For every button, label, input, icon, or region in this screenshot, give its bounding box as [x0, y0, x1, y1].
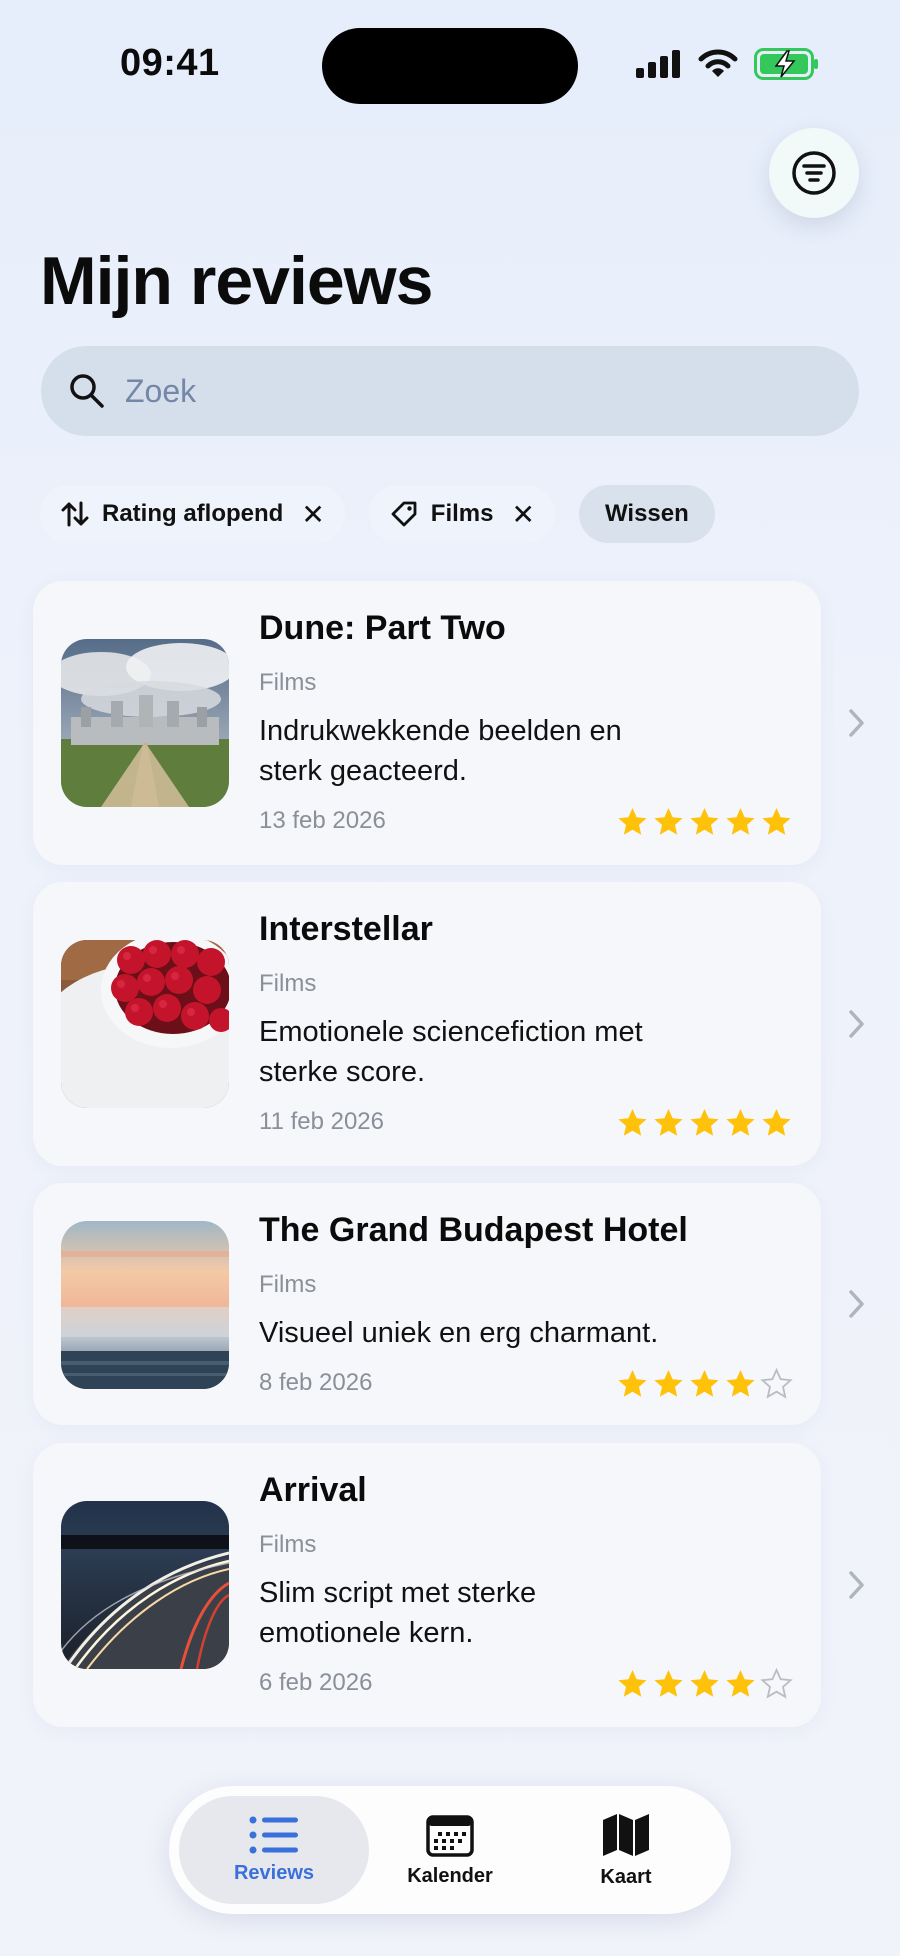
review-date: 11 feb 2026	[259, 1108, 385, 1135]
dynamic-island	[322, 28, 578, 104]
cellular-signal-icon	[636, 50, 680, 78]
chip-label: Wissen	[604, 500, 689, 527]
star-empty-icon	[760, 1367, 793, 1399]
filter-icon	[792, 151, 836, 195]
search-input[interactable]	[123, 371, 807, 411]
chip-category-films[interactable]: Films ✕	[368, 485, 555, 543]
star-filled-icon	[762, 1109, 791, 1136]
filter-chips: Rating aflopend ✕ Films ✕ Wissen	[40, 485, 715, 543]
remove-chip-icon[interactable]: ✕	[511, 498, 534, 531]
star-filled-icon	[762, 808, 791, 835]
review-card[interactable]: Arrival Films Slim script met sterke emo…	[33, 1443, 821, 1727]
review-thumbnail	[61, 1221, 229, 1389]
review-category: Films	[259, 669, 317, 696]
review-description-line: sterke score.	[259, 1056, 425, 1088]
chip-sort-rating[interactable]: Rating aflopend ✕	[40, 485, 345, 543]
tab-reviews[interactable]: Reviews	[179, 1796, 369, 1904]
wifi-icon	[698, 49, 738, 77]
clear-filters-button[interactable]: Wissen	[578, 485, 715, 543]
star-rating	[616, 1106, 793, 1139]
star-filled-icon	[726, 808, 755, 835]
review-description: Visueel uniek en erg charmant.	[259, 1313, 729, 1353]
review-title: Dune: Part Two	[259, 609, 506, 647]
page-title: Mijn reviews	[40, 243, 433, 319]
sort-arrows-icon	[61, 501, 89, 527]
star-rating	[616, 1367, 793, 1400]
star-filled-icon	[726, 1109, 755, 1136]
star-rating	[616, 1667, 793, 1700]
star-filled-icon	[654, 808, 683, 835]
chip-label: Films	[430, 500, 494, 527]
tab-label: Kaart	[600, 1865, 652, 1888]
review-description: Indrukwekkende beelden en sterk geacteer…	[259, 711, 729, 791]
castle-photo	[61, 639, 229, 807]
star-filled-icon	[690, 1109, 719, 1136]
tab-bar: Reviews Kalender Kaart	[169, 1786, 731, 1914]
review-description-line: emotionele kern.	[259, 1617, 474, 1649]
status-bar: 09:41	[0, 0, 900, 120]
review-date: 6 feb 2026	[259, 1669, 373, 1696]
review-card[interactable]: The Grand Budapest Hotel Films Visueel u…	[33, 1183, 821, 1425]
star-filled-icon	[618, 1370, 647, 1397]
calendar-icon	[426, 1814, 474, 1857]
search-bar[interactable]	[41, 346, 859, 436]
star-filled-icon	[726, 1370, 755, 1397]
review-category: Films	[259, 1271, 317, 1298]
status-time: 09:41	[120, 42, 220, 84]
chip-label: Rating aflopend	[102, 500, 284, 527]
star-filled-icon	[690, 808, 719, 835]
star-filled-icon	[690, 1670, 719, 1697]
star-filled-icon	[618, 1109, 647, 1136]
review-thumbnail	[61, 639, 229, 807]
foggy-sea-sunset-photo	[61, 1221, 229, 1389]
filter-button[interactable]	[769, 128, 859, 218]
tab-label: Reviews	[233, 1861, 315, 1884]
star-filled-icon	[654, 1109, 683, 1136]
chevron-right-icon[interactable]	[848, 1570, 866, 1600]
map-icon	[603, 1813, 649, 1856]
review-category: Films	[259, 1531, 317, 1558]
highway-light-trails-photo	[61, 1501, 229, 1669]
tab-kalender[interactable]: Kalender	[355, 1796, 545, 1904]
battery-charging-icon	[754, 48, 818, 80]
review-card[interactable]: Dune: Part Two Films Indrukwekkende beel…	[33, 581, 821, 865]
star-filled-icon	[654, 1370, 683, 1397]
star-filled-icon	[618, 1670, 647, 1697]
review-date: 13 feb 2026	[259, 807, 386, 834]
review-thumbnail	[61, 1501, 229, 1669]
star-filled-icon	[690, 1370, 719, 1397]
star-filled-icon	[654, 1670, 683, 1697]
review-description-line: Indrukwekkende beelden en	[259, 715, 622, 747]
tab-label: Kalender	[407, 1864, 493, 1887]
review-description-line: sterk geacteerd.	[259, 755, 467, 787]
star-rating	[616, 805, 793, 838]
star-empty-icon	[760, 1667, 793, 1699]
review-title: Arrival	[259, 1471, 367, 1509]
review-thumbnail	[61, 940, 229, 1108]
review-description-line: Slim script met sterke	[259, 1577, 537, 1609]
list-icon	[249, 1816, 298, 1853]
review-title: Interstellar	[259, 910, 433, 948]
tag-icon	[391, 501, 417, 527]
review-date: 8 feb 2026	[259, 1369, 373, 1396]
search-icon	[70, 374, 104, 408]
star-filled-icon	[726, 1670, 755, 1697]
tab-kaart[interactable]: Kaart	[531, 1796, 721, 1904]
review-description-line: Emotionele sciencefiction met	[259, 1016, 643, 1048]
review-category: Films	[259, 970, 317, 997]
review-description: Emotionele sciencefiction met sterke sco…	[259, 1012, 729, 1092]
raspberries-photo	[61, 940, 229, 1108]
status-icons	[636, 48, 820, 80]
review-description: Slim script met sterke emotionele kern.	[259, 1573, 729, 1653]
chevron-right-icon[interactable]	[848, 1289, 866, 1319]
remove-chip-icon[interactable]: ✕	[301, 498, 324, 531]
review-title: The Grand Budapest Hotel	[259, 1211, 688, 1249]
review-card[interactable]: Interstellar Films Emotionele sciencefic…	[33, 882, 821, 1166]
chevron-right-icon[interactable]	[848, 708, 866, 738]
star-filled-icon	[618, 808, 647, 835]
chevron-right-icon[interactable]	[848, 1009, 866, 1039]
review-description-line: Visueel uniek en erg charmant.	[259, 1317, 659, 1349]
